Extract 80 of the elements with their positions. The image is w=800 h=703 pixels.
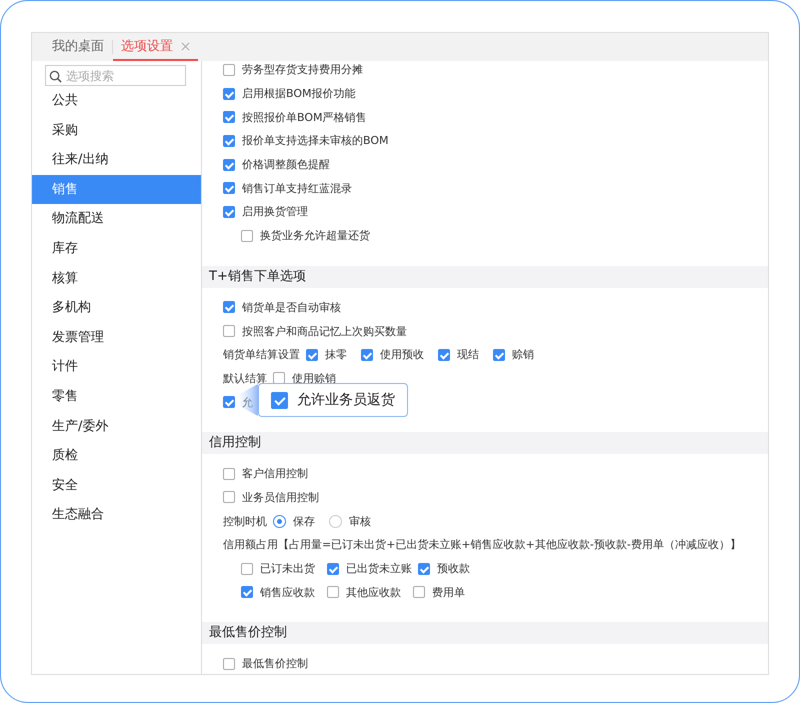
option-label: 其他应收款	[346, 584, 401, 600]
option-label: 按照报价单BOM严格销售	[242, 110, 367, 125]
checkbox[interactable]	[223, 182, 235, 194]
option-label: 启用换货管理	[242, 204, 308, 220]
sidebar-item[interactable]: 库存	[32, 234, 201, 264]
checkbox[interactable]	[273, 372, 285, 384]
setting-label: 默认结算	[223, 370, 267, 386]
option-label: 换货业务允许超量还货	[260, 228, 370, 244]
checkbox[interactable]	[306, 348, 318, 361]
sidebar-item[interactable]: 生态融合	[32, 500, 201, 530]
sidebar-item[interactable]: 多机构	[32, 293, 201, 323]
option-label: 允许业务员返货	[297, 391, 395, 409]
checkbox[interactable]	[223, 158, 235, 171]
option-label: 销售订单支持红蓝混录	[242, 180, 352, 196]
option-label: 已出货未立账	[346, 561, 412, 576]
checkbox[interactable]	[223, 396, 235, 408]
option-label: 价格调整颜色提醒	[242, 157, 330, 172]
option-label: 保存	[293, 514, 315, 529]
search-icon	[49, 70, 62, 83]
option-label: 允	[242, 394, 253, 410]
sidebar-item[interactable]: 往来/出纳	[32, 145, 201, 175]
sidebar-item[interactable]: 采购	[32, 116, 201, 146]
option-label: 最低售价控制	[242, 656, 308, 672]
radio-button[interactable]	[273, 514, 286, 528]
checkbox[interactable]	[418, 562, 430, 575]
setting-label: 控制时机	[223, 514, 267, 529]
sidebar-item[interactable]: 安全	[32, 470, 201, 500]
checkbox[interactable]	[327, 586, 339, 598]
option-label: 启用根据BOM报价功能	[242, 86, 356, 102]
option-label: 劳务型存货支持费用分摊	[242, 62, 363, 78]
sidebar-item[interactable]: 公共	[32, 86, 201, 116]
sidebar-item[interactable]: 发票管理	[32, 322, 201, 352]
checkbox[interactable]	[223, 491, 235, 504]
radio-button[interactable]	[329, 514, 342, 528]
option-label: 按照客户和商品记忆上次购买数量	[242, 324, 407, 339]
checkbox[interactable]	[413, 586, 425, 598]
checkbox[interactable]	[223, 64, 235, 76]
close-icon[interactable]	[181, 42, 190, 50]
section-header: 信用控制	[202, 432, 768, 454]
checkbox[interactable]	[438, 348, 450, 361]
sidebar-item[interactable]: 生产/委外	[32, 412, 201, 442]
option-label: 销货单是否自动审核	[242, 300, 341, 315]
checkbox[interactable]	[271, 392, 288, 408]
option-label: 赊销	[512, 347, 534, 362]
option-label: 抹零	[325, 347, 347, 362]
section-header: 最低售价控制	[202, 622, 768, 644]
option-label: 客户信用控制	[242, 466, 308, 482]
search-field[interactable]: 选项搜索	[45, 65, 186, 86]
option-label: 已订未出货	[260, 561, 315, 576]
setting-label: 销货单结算设置	[223, 347, 300, 362]
setting-label: 信用额占用【占用量=已订未出货+已出货未立账+销售应收款+其他应收款-预收款-费用单（冲减应收）】	[223, 537, 741, 552]
sidebar-item[interactable]: 质检	[32, 441, 201, 471]
checkbox[interactable]	[327, 562, 339, 575]
checkbox[interactable]	[241, 562, 253, 575]
option-label: 现结	[457, 347, 479, 362]
option-label: 使用预收	[380, 347, 424, 362]
option-label: 预收款	[437, 561, 470, 576]
sidebar-item[interactable]: 核算	[32, 264, 201, 294]
sidebar-item[interactable]: 物流配送	[32, 204, 201, 234]
option-label: 报价单支持选择未审核的BOM	[242, 133, 389, 148]
checkbox[interactable]	[223, 88, 235, 100]
checkbox[interactable]	[223, 206, 235, 218]
option-label: 销售应收款	[260, 584, 315, 600]
sidebar-item[interactable]: 零售	[32, 382, 201, 412]
option-label: 审核	[349, 514, 371, 529]
checkbox[interactable]	[223, 111, 235, 124]
section-header: T+销售下单选项	[202, 266, 768, 288]
option-label: 业务员信用控制	[242, 490, 319, 505]
checkbox[interactable]	[223, 325, 235, 338]
checkbox[interactable]	[361, 348, 373, 361]
checkbox[interactable]	[493, 348, 505, 361]
checkbox[interactable]	[223, 134, 235, 147]
checkbox[interactable]	[241, 586, 253, 598]
tab[interactable]: 我的桌面	[44, 33, 112, 61]
checkbox[interactable]	[223, 658, 235, 670]
checkbox[interactable]	[241, 230, 253, 242]
checkbox[interactable]	[223, 301, 235, 314]
option-label: 费用单	[432, 584, 465, 600]
sidebar-item[interactable]: 计件	[32, 352, 201, 382]
checkbox[interactable]	[223, 468, 235, 480]
